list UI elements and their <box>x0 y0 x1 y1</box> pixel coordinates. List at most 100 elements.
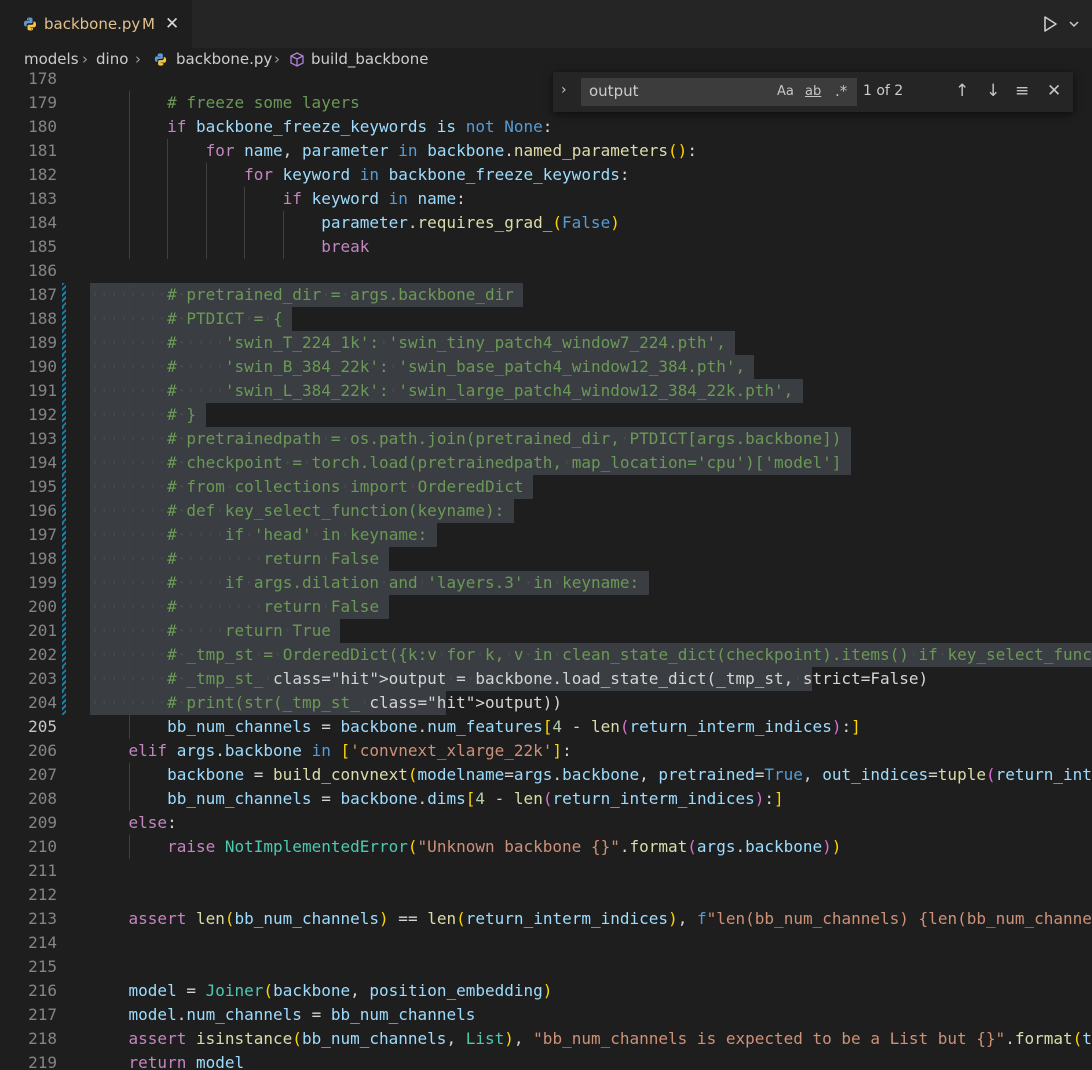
python-file-icon <box>154 53 167 66</box>
code-line: 200 ········#·········return·False <box>0 595 1092 619</box>
line-number: 209 <box>28 813 57 832</box>
code-line: 185 break <box>0 235 1092 259</box>
code-text: for keyword in backbone_freeze_keywords: <box>244 165 630 184</box>
line-number: 191 <box>28 381 57 400</box>
line-number: 211 <box>28 861 57 880</box>
line-number: 182 <box>28 165 57 184</box>
code-line: 197 ········#·····if·'head'·in·keyname: <box>0 523 1092 547</box>
code-line: 215 <box>0 955 1092 979</box>
code-line: 218 assert isinstance(bb_num_channels, L… <box>0 1027 1092 1051</box>
code-line: 212 <box>0 883 1092 907</box>
code-text: assert len(bb_num_channels) == len(retur… <box>128 909 1092 928</box>
change-marker <box>62 571 66 595</box>
code-line: 216 model = Joiner(backbone, position_em… <box>0 979 1092 1003</box>
code-text: elif args.backbone in ['convnext_xlarge_… <box>128 741 572 760</box>
change-marker <box>62 691 66 715</box>
line-number: 195 <box>28 477 57 496</box>
line-number: 204 <box>28 693 57 712</box>
chevron-down-icon[interactable] <box>1066 14 1082 34</box>
change-marker <box>62 403 66 427</box>
code-line: 193 ········#·pretrainedpath·=·os.path.jo… <box>0 427 1092 451</box>
code-text: ········#·····if·'head'·in·keyname: <box>90 525 428 544</box>
code-text: ········#·PTDICT·=·{ <box>90 309 283 328</box>
line-number: 214 <box>28 933 57 952</box>
breadcrumb-symbol[interactable]: build_backbone <box>311 50 428 68</box>
line-number: 202 <box>28 645 57 664</box>
line-number: 185 <box>28 237 57 256</box>
code-line: 205 bb_num_channels = backbone.num_featu… <box>0 715 1092 739</box>
line-number: 212 <box>28 885 57 904</box>
regex-icon[interactable]: .* <box>835 82 847 100</box>
chevron-right-icon[interactable]: › <box>561 82 567 98</box>
change-marker <box>62 667 66 691</box>
line-number: 207 <box>28 765 57 784</box>
code-text: return model <box>128 1053 245 1070</box>
arrow-down-icon[interactable]: ↓ <box>986 81 1000 101</box>
code-text: for name, parameter in backbone.named_pa… <box>205 141 697 160</box>
find-in-selection-icon[interactable]: ≡ <box>1015 81 1029 101</box>
code-line: 192 ········#·} <box>0 403 1092 427</box>
chevron-right-icon: › <box>82 50 88 68</box>
code-text: ········#·········return·False <box>90 597 380 616</box>
code-line: 209 else: <box>0 811 1092 835</box>
line-number: 203 <box>28 669 57 688</box>
match-count: 1 of 2 <box>863 83 904 99</box>
tab-backbone-py[interactable]: backbone.py M ✕ <box>0 0 192 49</box>
line-number: 186 <box>28 261 57 280</box>
change-marker <box>62 427 66 451</box>
code-line: 181 for name, parameter in backbone.name… <box>0 139 1092 163</box>
code-line: 201 ········#·····return·True <box>0 619 1092 643</box>
change-marker <box>62 499 66 523</box>
change-marker <box>62 379 66 403</box>
code-text: model = Joiner(backbone, position_embedd… <box>128 981 553 1000</box>
code-text: ········#·_tmp_st·=·OrderedDict({k:v·for… <box>90 645 1092 664</box>
code-text: ········#·····'swin_B_384_22k':·'swin_ba… <box>90 357 746 376</box>
tab-filename: backbone.py <box>44 15 141 33</box>
code-line: 194 ········#·checkpoint·=·torch.load(pre… <box>0 451 1092 475</box>
find-widget: › output Aa ab .* 1 of 2 ↑ ↓ ≡ ✕ <box>553 72 1073 112</box>
line-number: 197 <box>28 525 57 544</box>
find-input[interactable]: output Aa ab .* <box>581 78 857 106</box>
line-number: 194 <box>28 453 57 472</box>
change-marker <box>62 619 66 643</box>
code-text: ········#·····'swin_T_224_1k':·'swin_tin… <box>90 333 726 352</box>
code-text: ········#·········return·False <box>90 549 380 568</box>
close-icon[interactable]: ✕ <box>165 14 179 34</box>
code-text: bb_num_channels = backbone.dims[4 - len(… <box>167 789 784 808</box>
code-line: 182 for keyword in backbone_freeze_keywo… <box>0 163 1092 187</box>
change-marker <box>62 307 66 331</box>
code-line: 219 return model <box>0 1051 1092 1070</box>
close-icon[interactable]: ✕ <box>1047 81 1061 101</box>
code-line: 190 ········#·····'swin_B_384_22k':·'swin… <box>0 355 1092 379</box>
line-number: 178 <box>28 72 57 88</box>
change-marker <box>62 283 66 307</box>
find-query: output <box>589 82 639 100</box>
whole-word-icon[interactable]: ab <box>805 84 821 99</box>
code-text: assert isinstance(bb_num_channels, List)… <box>128 1029 1092 1048</box>
code-line: 204 ········#·print(str(_tmp_st_·class="h… <box>0 691 1092 715</box>
code-line: 203 ········#·_tmp_st_·class="hit">output… <box>0 667 1092 691</box>
chevron-right-icon: › <box>274 50 280 68</box>
line-number: 189 <box>28 333 57 352</box>
code-line: 213 assert len(bb_num_channels) == len(r… <box>0 907 1092 931</box>
code-text: ········#·} <box>90 405 196 424</box>
line-number: 183 <box>28 189 57 208</box>
code-line: 208 bb_num_channels = backbone.dims[4 - … <box>0 787 1092 811</box>
code-line: 191 ········#·····'swin_L_384_22k':·'swin… <box>0 379 1092 403</box>
code-line: 186 <box>0 259 1092 283</box>
breadcrumb-file[interactable]: backbone.py <box>176 50 272 68</box>
line-number: 201 <box>28 621 57 640</box>
code-editor[interactable]: 178 179 # freeze some layers 180 if backbo… <box>0 72 1092 1070</box>
change-marker <box>62 595 66 619</box>
match-case-icon[interactable]: Aa <box>777 84 794 99</box>
code-text: parameter.requires_grad_(False) <box>321 213 620 232</box>
code-line: 188 ········#·PTDICT·=·{ <box>0 307 1092 331</box>
code-line: 183 if keyword in name: <box>0 187 1092 211</box>
code-line: 202 ········#·_tmp_st·=·OrderedDict({k:v·… <box>0 643 1092 667</box>
code-line: 184 parameter.requires_grad_(False) <box>0 211 1092 235</box>
code-text: raise NotImplementedError("Unknown backb… <box>167 837 842 856</box>
breadcrumb-dino[interactable]: dino <box>96 50 128 68</box>
breadcrumb-models[interactable]: models <box>24 50 79 68</box>
run-icon[interactable] <box>1040 14 1060 34</box>
arrow-up-icon[interactable]: ↑ <box>955 81 969 101</box>
